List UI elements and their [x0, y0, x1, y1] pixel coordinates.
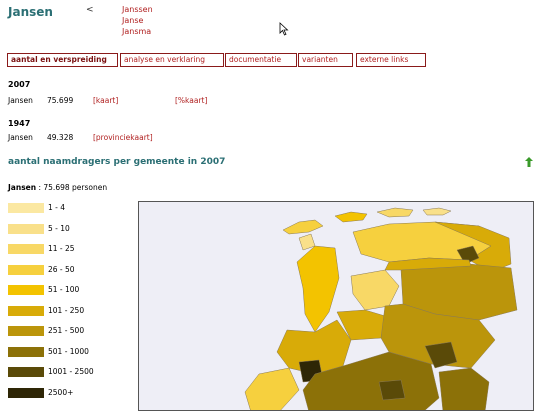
count-value: 75.699 — [47, 96, 74, 105]
count-value: 49.328 — [47, 133, 74, 142]
related-name-link[interactable]: Jansma — [122, 26, 153, 37]
summary-line: Jansen : 75.698 personen — [8, 183, 107, 192]
related-name-link[interactable]: Janse — [122, 15, 153, 26]
legend-swatch — [8, 305, 44, 316]
legend-swatch — [8, 346, 44, 357]
related-names: Janssen Janse Jansma — [122, 4, 153, 37]
kaart-link[interactable]: [kaart] — [93, 96, 118, 105]
legend-swatch — [8, 326, 44, 336]
tab-varianten[interactable]: varianten — [298, 53, 353, 67]
summary-name: Jansen — [8, 183, 37, 192]
year-heading-1947: 1947 — [8, 119, 31, 128]
legend-label: 2500+ — [48, 387, 74, 397]
surname-title: Jansen — [8, 5, 53, 19]
tab-documentatie[interactable]: documentatie — [225, 53, 297, 67]
legend-swatch — [8, 285, 44, 295]
legend-swatch — [8, 367, 44, 377]
legend-swatch — [8, 203, 44, 213]
legend-label: 501 - 1000 — [48, 346, 89, 356]
legend-swatch — [8, 244, 44, 254]
tab-externe-links[interactable]: externe links — [356, 53, 426, 67]
distribution-map[interactable] — [138, 201, 534, 411]
tab-analyse-en-verklaring[interactable]: analyse en verklaring — [120, 53, 224, 67]
percent-kaart-link[interactable]: [%kaart] — [175, 96, 207, 105]
back-link[interactable]: < — [86, 5, 94, 15]
legend-swatch — [8, 264, 44, 275]
netherlands-map[interactable] — [139, 202, 534, 411]
legend-label: 101 - 250 — [48, 305, 85, 315]
related-name-link[interactable]: Janssen — [122, 4, 153, 15]
tab-aantal-en-verspreiding[interactable]: aantal en verspreiding — [7, 53, 118, 67]
legend-label: 1 - 4 — [48, 203, 66, 212]
year-heading-2007: 2007 — [8, 80, 31, 89]
arrow-up-icon[interactable] — [525, 157, 533, 167]
region-eindhoven — [378, 379, 406, 401]
name-label: Jansen — [8, 133, 33, 142]
provinciekaart-link[interactable]: [provinciekaart] — [93, 133, 153, 142]
name-label: Jansen — [8, 96, 33, 105]
legend-label: 251 - 500 — [48, 326, 85, 335]
summary-count: : 75.698 personen — [36, 183, 108, 192]
legend-swatch — [8, 223, 44, 234]
legend-label: 51 - 100 — [48, 285, 80, 294]
legend-label: 5 - 10 — [48, 223, 70, 233]
section-title: aantal naamdragers per gemeente in 2007 — [8, 157, 226, 167]
legend-label: 11 - 25 — [48, 244, 75, 253]
legend-label: 1001 - 2500 — [48, 367, 94, 376]
mouse-cursor-icon — [279, 22, 289, 36]
legend-swatch — [8, 387, 44, 398]
legend-label: 26 - 50 — [48, 264, 75, 274]
